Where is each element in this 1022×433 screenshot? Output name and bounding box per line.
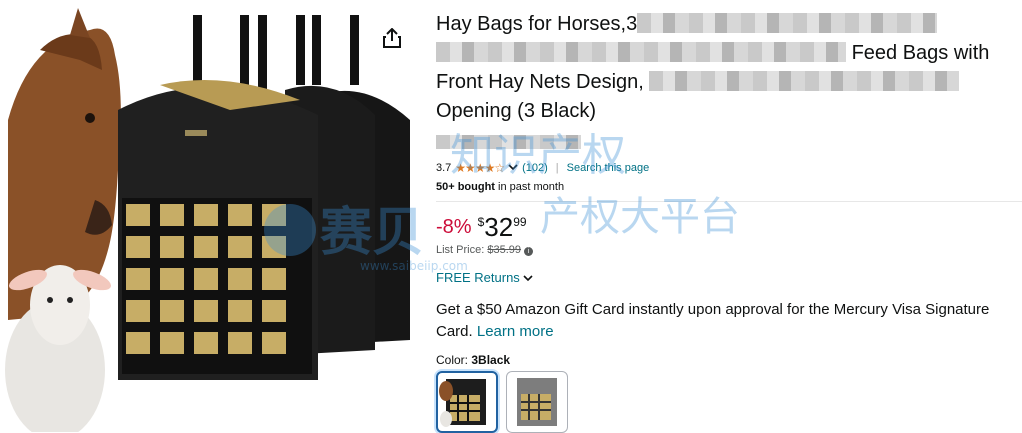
rating-value: 3.7 — [436, 162, 452, 174]
blurred-text — [436, 42, 846, 62]
share-button[interactable] — [378, 24, 406, 52]
info-icon[interactable]: i — [524, 247, 534, 256]
price-row: -8% $ 32 99 — [436, 214, 1016, 240]
title-text-1: Hay Bags for Horses,3 — [436, 13, 638, 35]
price-currency: $ — [477, 215, 485, 229]
swatch-alt[interactable] — [506, 371, 568, 433]
learn-more-link[interactable]: Learn more — [477, 323, 554, 340]
rating-row: 3.7 ★★★★☆ (102) | Search this page — [436, 161, 1016, 175]
share-icon — [383, 28, 401, 48]
color-selector: Color: 3Black — [436, 353, 1016, 367]
product-image-art — [5, 8, 410, 432]
free-returns-label: FREE Returns — [436, 270, 520, 285]
bought-count: 50+ bought — [436, 181, 495, 193]
list-price-label: List Price: — [436, 244, 485, 256]
ratings-count-link[interactable]: (102) — [522, 162, 548, 174]
search-this-page-link[interactable]: Search this page — [567, 162, 650, 174]
list-price-value: $35.99 — [487, 244, 522, 256]
bought-suffix: in past month — [498, 181, 565, 193]
color-swatches — [436, 371, 1016, 433]
chevron-down-icon — [523, 275, 534, 282]
color-label: Color: — [436, 353, 469, 367]
blurred-text — [649, 71, 960, 91]
price-whole: 32 — [484, 212, 514, 242]
list-price: List Price: $35.99 i — [436, 244, 1016, 256]
blurred-text — [436, 135, 581, 149]
title-text-3: Front Hay Nets Design, — [436, 71, 644, 93]
bought-in-past-month: 50+ bought in past month — [436, 181, 1016, 193]
color-selected: 3Black — [471, 353, 511, 367]
product-info: Hay Bags for Horses,3 Feed Bags with Fro… — [436, 10, 1022, 433]
discount-percent: -8% — [436, 216, 472, 238]
rating-separator: | — [555, 162, 559, 174]
price-fraction: 99 — [513, 215, 527, 229]
star-rating[interactable]: ★★★★☆ — [455, 161, 505, 175]
product-title[interactable]: Hay Bags for Horses,3 Feed Bags with Fro… — [436, 10, 1016, 155]
gift-card-promo: Get a $50 Amazon Gift Card instantly upo… — [436, 299, 1016, 343]
swatch-3black[interactable] — [436, 371, 498, 433]
divider — [436, 201, 1022, 202]
title-text-4: Opening (3 Black) — [436, 100, 597, 122]
product-image[interactable] — [0, 0, 420, 432]
chevron-down-icon[interactable] — [508, 162, 518, 174]
free-returns-link[interactable]: FREE Returns — [436, 270, 1016, 285]
title-text-2: Feed Bags with — [851, 42, 990, 64]
blurred-text — [637, 13, 938, 33]
